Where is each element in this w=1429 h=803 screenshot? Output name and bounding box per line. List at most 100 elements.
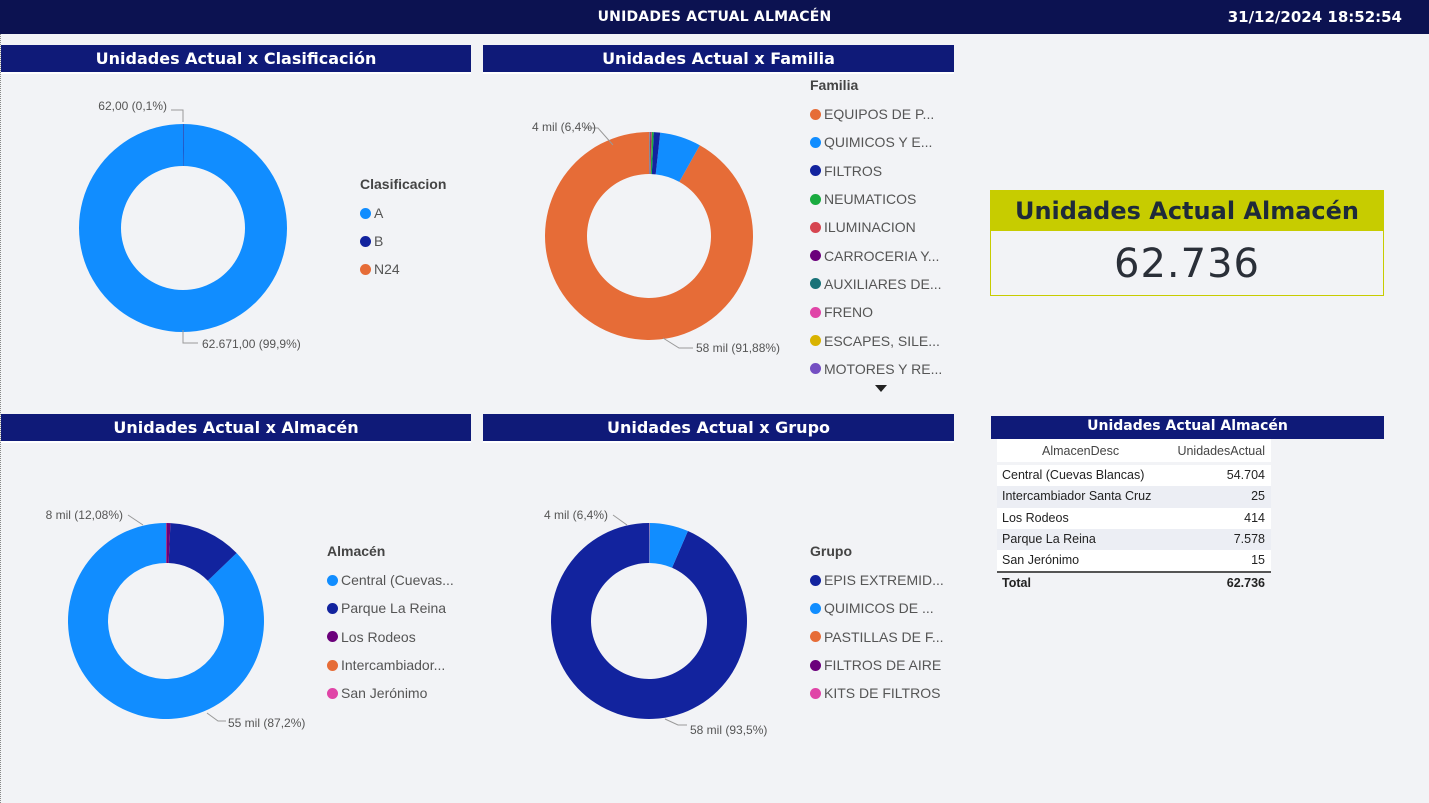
clasificacion-donut-chart[interactable]: 62,00 (0,1%) 62.671,00 (99,9%) xyxy=(0,90,360,380)
legend-dot-icon xyxy=(327,602,338,614)
clasificacion-legend-item[interactable]: N24 xyxy=(360,255,446,283)
familia-legend-item[interactable]: FRENO xyxy=(810,298,942,326)
grupo-legend-item[interactable]: PASTILLAS DE F... xyxy=(810,623,944,651)
legend-dot-icon xyxy=(810,363,821,375)
report-header: UNIDADES ACTUAL ALMACÉN 31/12/2024 18:52… xyxy=(0,0,1429,34)
unidades-cell: 25 xyxy=(1251,489,1265,504)
legend-dot-icon xyxy=(810,278,821,290)
clasificacion-data-label: 62,00 (0,1%) xyxy=(98,99,167,113)
legend-label: Parque La Reina xyxy=(341,600,447,617)
clasificacion-legend-item[interactable]: A xyxy=(360,199,446,227)
total-value: 62.736 xyxy=(1226,576,1265,591)
legend-label: MOTORES Y RE... xyxy=(824,360,943,377)
kpi-value: 62.736 xyxy=(1114,241,1260,287)
table-row[interactable]: Intercambiador Santa Cruz 25 xyxy=(997,486,1271,508)
almacen-cell: Central (Cuevas Blancas) xyxy=(1002,468,1145,482)
report-datetime: 31/12/2024 18:52:54 xyxy=(1227,8,1402,26)
familia-donut-chart[interactable]: 4 mil (6,4%) 58 mil (91,88%) xyxy=(483,90,813,380)
legend-dot-icon xyxy=(810,306,821,318)
legend-dot-icon xyxy=(360,235,371,247)
unidades-cell: 414 xyxy=(1244,510,1265,525)
familia-legend-item[interactable]: MOTORES Y RE... xyxy=(810,355,942,383)
grupo-legend-item[interactable]: FILTROS DE AIRE xyxy=(810,651,944,679)
total-label: Total xyxy=(1002,576,1031,591)
grupo-data-label: 4 mil (6,4%) xyxy=(544,508,608,522)
almacen-cell: San Jerónimo xyxy=(1002,553,1080,568)
legend-dot-icon xyxy=(810,335,821,347)
grupo-legend-item[interactable]: QUIMICOS DE ... xyxy=(810,594,944,622)
almacen-legend-item[interactable]: Parque La Reina xyxy=(327,594,454,622)
almacen-label-leader xyxy=(206,712,226,722)
grupo-label-leader xyxy=(664,718,687,726)
legend-scroll-down-icon[interactable] xyxy=(875,385,887,392)
almacen-legend-item[interactable]: Los Rodeos xyxy=(327,623,454,651)
table-header-row: AlmacenDesc UnidadesActual xyxy=(997,439,1271,465)
grupo-legend: Grupo EPIS EXTREMID... QUIMICOS DE ... PAST… xyxy=(810,543,944,707)
almacen-legend-title: Almacén xyxy=(327,543,386,559)
almacen-legend-item[interactable]: Intercambiador... xyxy=(327,651,454,679)
legend-label: A xyxy=(374,205,384,221)
legend-label: EQUIPOS DE P... xyxy=(824,106,935,123)
legend-label: N24 xyxy=(374,261,400,277)
legend-label: B xyxy=(374,233,384,249)
clasificacion-data-label: 62.671,00 (99,9%) xyxy=(202,337,301,351)
legend-dot-icon xyxy=(327,659,338,671)
table-row[interactable]: San Jerónimo 15 xyxy=(997,550,1271,572)
unidades-cell: 7.578 xyxy=(1233,531,1265,546)
familia-legend-item[interactable]: AUXILIARES DE... xyxy=(810,270,942,298)
almacen-legend: Almacén Central (Cuevas... Parque La Reina… xyxy=(327,543,454,707)
familia-legend-item[interactable]: ESCAPES, SILE... xyxy=(810,326,942,354)
almacen-cell: Intercambiador Santa Cruz xyxy=(1002,489,1152,504)
table-row[interactable]: Central (Cuevas Blancas) 54.704 xyxy=(997,465,1271,487)
legend-dot-icon xyxy=(810,165,821,177)
legend-label: Central (Cuevas... xyxy=(341,572,454,589)
legend-dot-icon xyxy=(810,631,821,643)
almacen-panel-title: Unidades Actual x Almacén xyxy=(1,414,471,443)
legend-label: FILTROS xyxy=(824,162,883,179)
legend-dot-icon xyxy=(360,207,371,219)
clasificacion-legend-item[interactable]: B xyxy=(360,227,446,255)
grupo-legend-title: Grupo xyxy=(810,543,852,559)
familia-data-label: 4 mil (6,4%) xyxy=(532,120,596,134)
almacen-legend-item[interactable]: Central (Cuevas... xyxy=(327,566,454,594)
legend-label: EPIS EXTREMID... xyxy=(824,572,944,589)
table-row[interactable]: Parque La Reina 7.578 xyxy=(997,528,1271,551)
legend-label: PASTILLAS DE F... xyxy=(824,628,944,645)
legend-label: ILUMINACION xyxy=(824,219,916,236)
legend-dot-icon xyxy=(810,108,821,120)
column-header[interactable]: UnidadesActual xyxy=(1169,439,1271,462)
legend-label: CARROCERIA Y... xyxy=(824,247,940,264)
table-row[interactable]: Los Rodeos 414 xyxy=(997,507,1271,529)
grupo-legend-item[interactable]: KITS DE FILTROS xyxy=(810,679,944,707)
familia-legend-item[interactable]: CARROCERIA Y... xyxy=(810,241,942,269)
almacen-cell: Los Rodeos xyxy=(1002,510,1069,525)
report-title: UNIDADES ACTUAL ALMACÉN xyxy=(597,9,832,25)
grupo-legend-item[interactable]: EPIS EXTREMID... xyxy=(810,566,944,594)
legend-label: ESCAPES, SILE... xyxy=(824,332,940,349)
legend-dot-icon xyxy=(360,263,371,275)
legend-dot-icon xyxy=(810,193,821,205)
almacen-legend-item[interactable]: San Jerónimo xyxy=(327,679,454,707)
grupo-donut-chart[interactable]: 4 mil (6,4%) 58 mil (93,5%) xyxy=(483,455,813,755)
familia-label-leader xyxy=(662,337,693,349)
almacen-donut-chart[interactable]: 8 mil (12,08%) 55 mil (87,2%) xyxy=(0,455,330,755)
familia-legend-title: Familia xyxy=(810,77,859,93)
kpi-card: Unidades Actual Almacén 62.736 xyxy=(990,190,1384,296)
legend-dot-icon xyxy=(810,574,821,586)
grupo-label-leader xyxy=(612,514,628,526)
legend-dot-icon xyxy=(327,631,338,643)
almacen-label-leader xyxy=(127,514,144,526)
familia-legend-item[interactable]: QUIMICOS Y E... xyxy=(810,128,942,156)
legend-label: Los Rodeos xyxy=(341,628,416,645)
unidades-cell: 15 xyxy=(1251,553,1265,568)
familia-legend-item[interactable]: FILTROS xyxy=(810,157,942,185)
legend-dot-icon xyxy=(327,687,338,699)
almacen-table[interactable]: AlmacenDesc UnidadesActual Central (Cuevas… xyxy=(997,439,1271,593)
familia-legend-item[interactable]: EQUIPOS DE P... xyxy=(810,100,942,128)
column-header[interactable]: AlmacenDesc xyxy=(997,439,1169,462)
familia-legend-item[interactable]: ILUMINACION xyxy=(810,213,942,241)
legend-label: FRENO xyxy=(824,304,873,321)
familia-legend-item[interactable]: NEUMATICOS xyxy=(810,185,942,213)
legend-dot-icon xyxy=(810,250,821,262)
legend-dot-icon xyxy=(810,687,821,699)
